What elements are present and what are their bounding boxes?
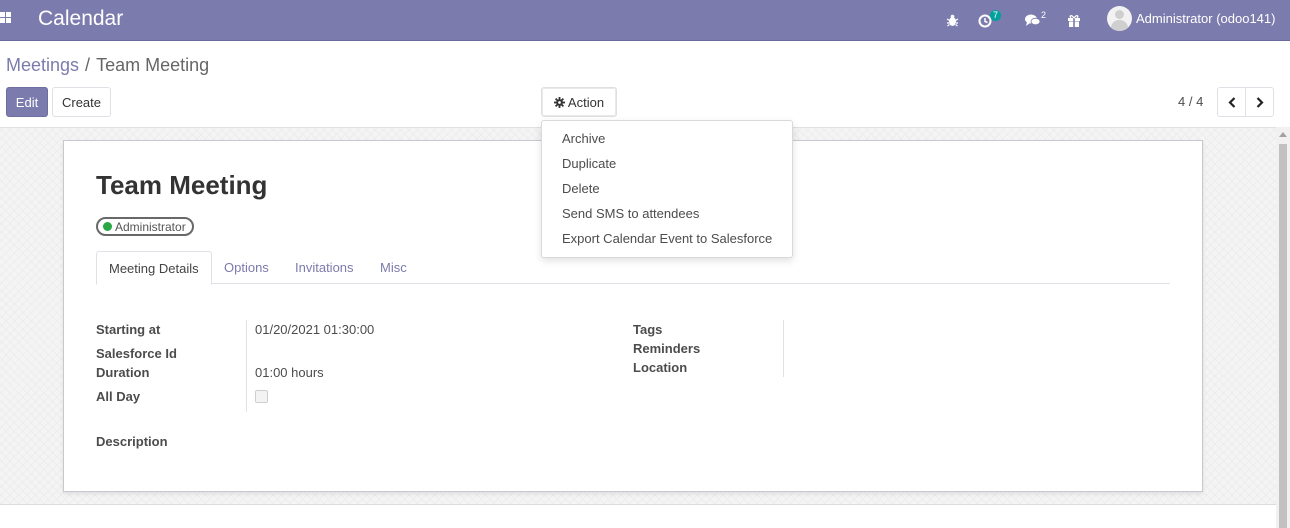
scrollbar[interactable]	[1276, 127, 1290, 528]
attendee-tag[interactable]: Administrator	[96, 217, 194, 236]
tags-label: Tags	[633, 322, 663, 337]
app-title[interactable]: Calendar	[38, 7, 123, 31]
description-label: Description	[96, 434, 168, 449]
menu-item-send-sms[interactable]: Send SMS to attendees	[542, 202, 792, 227]
activity-icon[interactable]	[978, 0, 992, 41]
action-dropdown-menu: Archive Duplicate Delete Send SMS to att…	[541, 120, 793, 258]
status-dot-icon	[103, 222, 112, 231]
tab-misc[interactable]: Misc	[368, 251, 419, 284]
action-menu-button[interactable]: Action	[541, 87, 617, 117]
menu-item-delete[interactable]: Delete	[542, 177, 792, 202]
apps-menu-icon[interactable]	[0, 12, 14, 26]
chevron-right-icon	[1256, 96, 1264, 108]
user-name: Administrator (odoo141)	[1136, 11, 1276, 26]
menu-item-export-salesforce[interactable]: Export Calendar Event to Salesforce	[542, 227, 792, 252]
all-day-checkbox	[255, 390, 268, 403]
duration-value: 01:00 hours	[255, 365, 324, 380]
tab-options[interactable]: Options	[212, 251, 281, 284]
menu-item-archive[interactable]: Archive	[542, 127, 792, 152]
messages-icon[interactable]	[1025, 0, 1040, 41]
breadcrumb-current: Team Meeting	[96, 55, 210, 75]
breadcrumb: Meetings / Team Meeting	[6, 55, 209, 76]
gift-icon[interactable]	[1067, 0, 1081, 41]
pager-previous-button[interactable]	[1217, 87, 1246, 117]
location-label: Location	[633, 360, 688, 375]
pager-next-button[interactable]	[1245, 87, 1274, 117]
menu-item-duplicate[interactable]: Duplicate	[542, 152, 792, 177]
debug-icon[interactable]	[946, 0, 959, 41]
duration-label: Duration	[96, 365, 150, 380]
record-title: Team Meeting	[96, 170, 268, 200]
all-day-label: All Day	[96, 389, 141, 404]
reminders-label: Reminders	[633, 341, 701, 356]
activity-badge: 7	[990, 10, 1002, 21]
attendee-tag-label: Administrator	[115, 219, 186, 234]
create-button[interactable]: Create	[52, 87, 111, 117]
edit-button[interactable]: Edit	[6, 87, 48, 117]
avatar	[1107, 6, 1132, 31]
field-separator	[783, 320, 784, 377]
field-separator	[246, 320, 247, 412]
messages-badge: 2	[1041, 10, 1047, 20]
starting-at-label: Starting at	[96, 322, 161, 337]
pager-value[interactable]: 4 / 4	[1178, 94, 1203, 109]
action-label: Action	[567, 94, 605, 110]
chevron-left-icon	[1227, 96, 1235, 108]
breadcrumb-separator: /	[85, 55, 91, 75]
breadcrumb-meetings-link[interactable]: Meetings	[6, 55, 79, 75]
tab-meeting-details[interactable]: Meeting Details	[96, 251, 212, 285]
salesforce-id-label: Salesforce Id	[96, 346, 177, 361]
starting-at-value: 01/20/2021 01:30:00	[255, 322, 375, 337]
tab-invitations[interactable]: Invitations	[283, 251, 366, 284]
gear-icon	[553, 96, 565, 108]
chatter-area	[0, 504, 1276, 528]
top-navbar: Calendar 7 2 Administrator (odoo141)	[0, 0, 1290, 41]
user-menu[interactable]: Administrator (odoo141)	[1107, 6, 1275, 31]
